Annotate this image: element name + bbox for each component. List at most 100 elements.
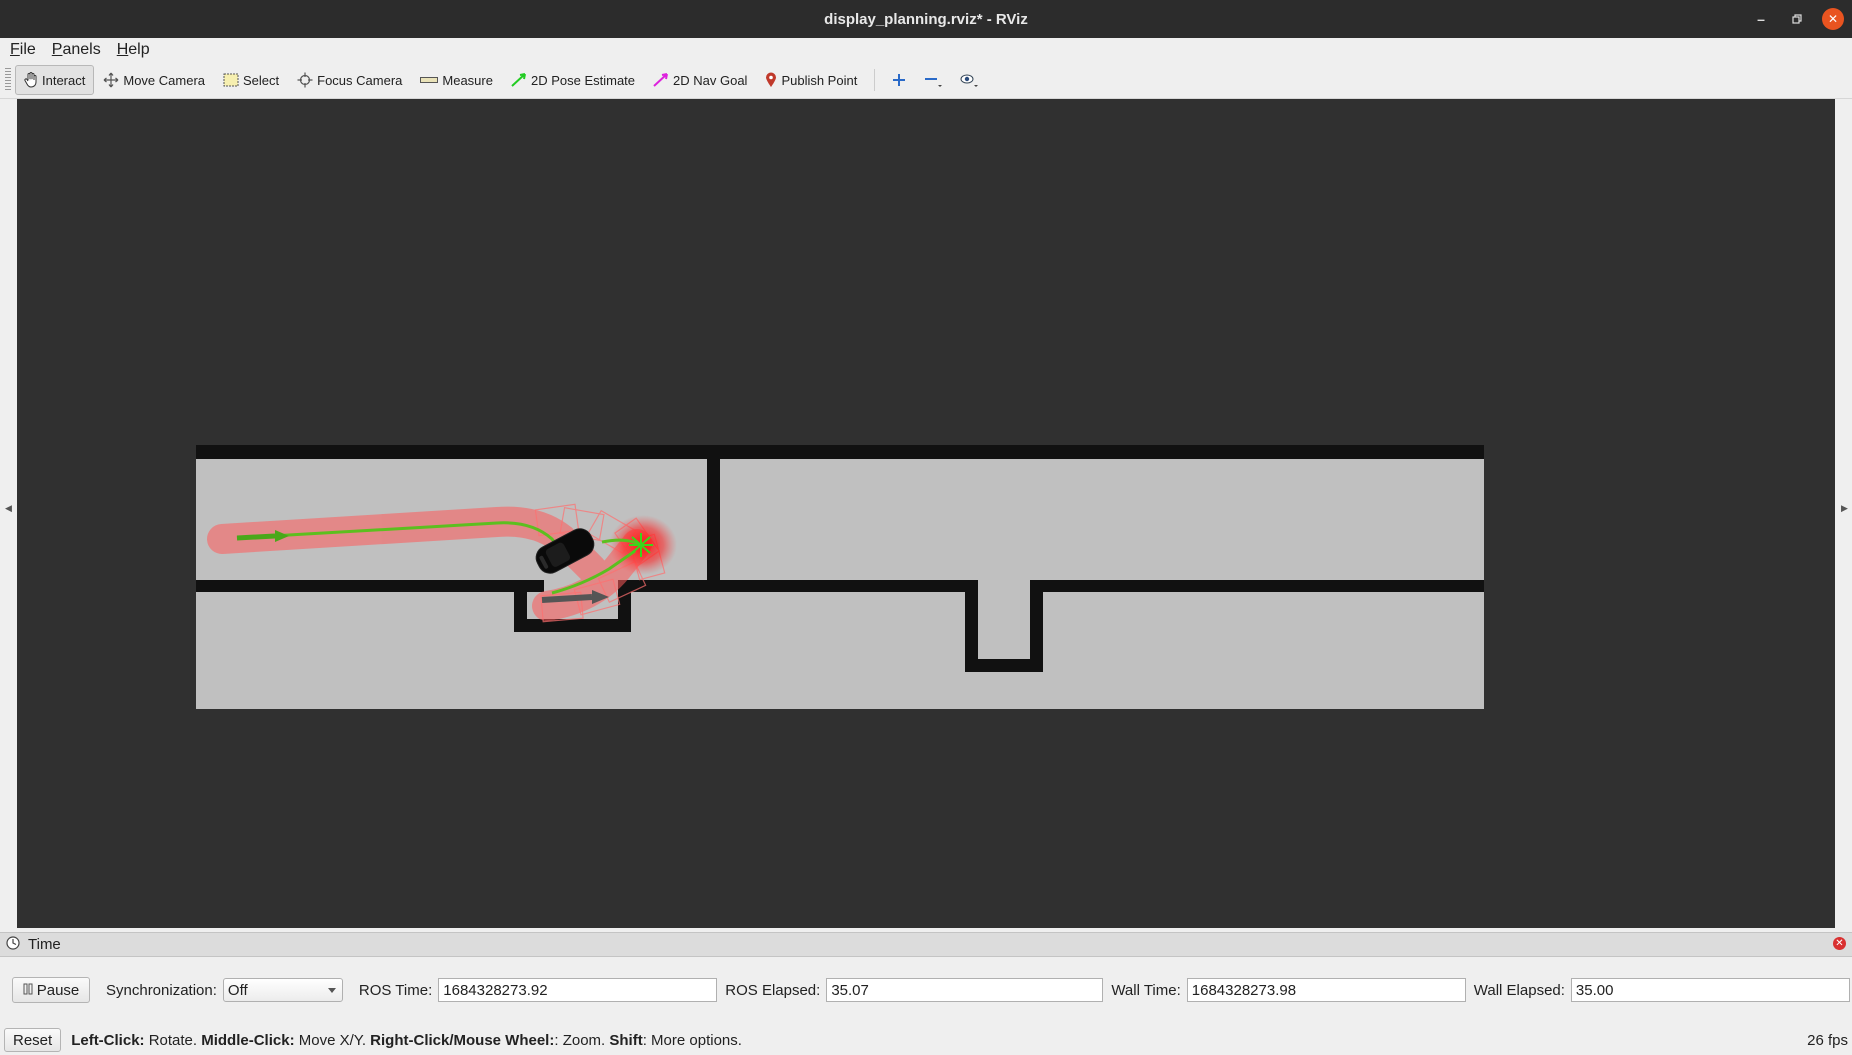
ros-elapsed-field[interactable]: 35.07	[826, 978, 1104, 1002]
menu-file-label: ile	[19, 41, 36, 58]
title-bar: display_planning.rviz* - RViz – ✕	[0, 0, 1852, 38]
tool-2d-pose-estimate-label: 2D Pose Estimate	[530, 72, 636, 88]
tool-2d-nav-goal[interactable]: 2D Nav Goal	[644, 65, 756, 95]
green-arrow-icon	[511, 73, 527, 87]
time-panel-header: Time ✕	[0, 932, 1852, 957]
menu-panels[interactable]: Panels	[42, 41, 107, 59]
time-panel-row: Pause Synchronization: Off ROS Time: 168…	[0, 975, 1852, 1005]
crosshair-icon	[297, 72, 313, 88]
menu-help[interactable]: Help	[107, 41, 156, 59]
status-hint: Left-Click: Rotate. Middle-Click: Move X…	[71, 1032, 742, 1049]
map-wall	[514, 619, 631, 632]
ros-time-field[interactable]: 1684328273.92	[438, 978, 718, 1002]
clock-icon	[6, 935, 20, 954]
wall-time-field[interactable]: 1684328273.98	[1186, 978, 1466, 1002]
tool-select-label: Select	[243, 72, 280, 88]
ros-time-label: ROS Time:	[358, 981, 433, 999]
select-box-icon	[223, 73, 239, 87]
tool-2d-pose-estimate[interactable]: 2D Pose Estimate	[502, 65, 644, 95]
hint-key: Right-Click/Mouse Wheel:	[370, 1031, 555, 1049]
sync-label: Synchronization:	[106, 981, 217, 999]
sync-select-value: Off	[227, 981, 248, 999]
map-wall	[196, 580, 544, 592]
ros-time-value: 1684328273.92	[443, 981, 548, 999]
map-wall	[1030, 580, 1043, 672]
left-dock-handle[interactable]: ◀	[0, 99, 17, 928]
toolbar-grip[interactable]	[5, 68, 11, 92]
goal-marker	[629, 533, 653, 557]
menubar: File Panels Help	[0, 38, 1852, 62]
map-wall	[196, 445, 1484, 459]
restore-icon[interactable]	[1786, 8, 1808, 30]
map-wall	[618, 580, 978, 592]
reset-button-label: Reset	[13, 1031, 53, 1049]
hint-key: Middle-Click:	[201, 1031, 295, 1049]
menu-help-mnemonic: H	[116, 41, 129, 58]
chevron-down-icon	[327, 988, 336, 993]
hint-text: Move X/Y.	[294, 1031, 371, 1049]
occupancy-map	[196, 445, 1484, 709]
toolbar: Interact Move Camera Select Focus Camera…	[0, 62, 1852, 99]
plus-icon	[892, 73, 906, 87]
ros-elapsed-label: ROS Elapsed:	[725, 981, 821, 999]
wall-elapsed-field[interactable]: 35.00	[1570, 978, 1850, 1002]
minus-icon	[924, 72, 943, 88]
tool-measure-label: Measure	[442, 72, 493, 88]
status-bar: Reset Left-Click: Rotate. Middle-Click: …	[0, 1027, 1852, 1053]
pause-button-label: Pause	[36, 981, 80, 999]
tool-move-camera-label: Move Camera	[123, 72, 205, 88]
wall-time-value: 1684328273.98	[1191, 981, 1297, 999]
hint-text: Rotate.	[144, 1031, 202, 1049]
hint-key: Left-Click:	[71, 1031, 145, 1049]
eye-icon	[960, 72, 980, 88]
pause-button[interactable]: Pause	[12, 977, 90, 1003]
tool-interact[interactable]: Interact	[15, 65, 95, 95]
hint-text: : More options.	[642, 1031, 742, 1049]
time-panel-title: Time	[28, 936, 61, 953]
move-icon	[103, 72, 119, 88]
chevron-right-icon: ▶	[1841, 503, 1848, 513]
wall-elapsed-value: 35.00	[1575, 981, 1614, 999]
fps-counter: 26 fps	[1807, 1031, 1848, 1049]
map-free-space	[196, 445, 1484, 709]
menu-file-mnemonic: F	[10, 41, 20, 58]
menu-file[interactable]: File	[0, 41, 42, 59]
hint-text: : Zoom.	[554, 1031, 610, 1049]
tool-select[interactable]: Select	[214, 65, 288, 95]
window-title: display_planning.rviz* - RViz	[824, 10, 1028, 28]
tool-publish-point-label: Publish Point	[781, 72, 858, 88]
right-dock-handle[interactable]: ▶	[1835, 99, 1852, 928]
map-wall	[707, 445, 720, 582]
tool-focus-camera-label: Focus Camera	[317, 72, 403, 88]
reset-button[interactable]: Reset	[4, 1028, 62, 1052]
wall-elapsed-label: Wall Elapsed:	[1473, 981, 1565, 999]
magenta-arrow-icon	[653, 73, 669, 87]
tool-move-camera[interactable]: Move Camera	[94, 65, 214, 95]
close-panel-icon[interactable]: ✕	[1833, 937, 1846, 950]
wall-time-label: Wall Time:	[1111, 981, 1181, 999]
minimize-icon[interactable]: –	[1750, 8, 1772, 30]
ruler-icon	[420, 76, 439, 84]
chevron-left-icon: ◀	[5, 503, 12, 513]
hand-icon	[24, 72, 38, 88]
tool-interact-label: Interact	[42, 72, 86, 88]
menu-help-label: elp	[128, 41, 150, 58]
ros-elapsed-value: 35.07	[831, 981, 869, 999]
tool-focus-camera[interactable]: Focus Camera	[288, 65, 411, 95]
view-options-button[interactable]	[951, 65, 989, 95]
toolbar-separator	[874, 69, 876, 91]
close-icon[interactable]: ✕	[1822, 8, 1844, 30]
tool-measure[interactable]: Measure	[411, 65, 502, 95]
tool-2d-nav-goal-label: 2D Nav Goal	[673, 72, 748, 88]
hint-key: Shift	[609, 1031, 643, 1049]
render-viewport[interactable]	[17, 99, 1835, 928]
menu-panels-label: anels	[62, 41, 101, 58]
tool-publish-point[interactable]: Publish Point	[756, 65, 866, 95]
window-controls: – ✕	[1750, 0, 1844, 38]
map-pin-icon	[765, 72, 777, 88]
sync-select[interactable]: Off	[222, 978, 343, 1002]
pause-icon	[23, 982, 33, 999]
menu-panels-mnemonic: P	[51, 41, 63, 58]
remove-tool-button[interactable]	[915, 65, 951, 95]
add-tool-button[interactable]	[883, 65, 915, 95]
